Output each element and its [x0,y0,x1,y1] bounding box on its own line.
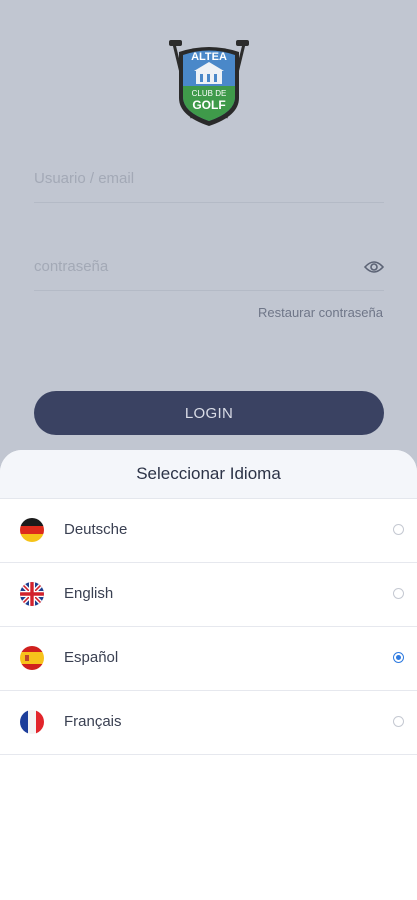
sheet-title: Seleccionar Idioma [136,464,281,483]
radio-button[interactable] [393,524,404,535]
language-selector-sheet: Seleccionar Idioma Deutsche English Espa… [0,450,417,900]
logo-text-altea: ALTEA [191,51,227,63]
username-field[interactable]: Usuario / email [34,164,384,203]
language-option-francais[interactable]: Français [0,691,417,755]
logo-text-club-de: CLUB DE [192,89,227,98]
language-option-deutsche[interactable]: Deutsche [0,499,417,563]
radio-button-selected[interactable] [393,652,404,663]
password-placeholder: contraseña [34,258,109,275]
language-label: English [64,585,114,602]
show-password-eye-icon[interactable] [364,260,384,274]
radio-button[interactable] [393,588,404,599]
sheet-header: Seleccionar Idioma [0,450,417,499]
language-label: Deutsche [64,521,128,538]
language-label: Français [64,713,122,730]
spain-flag-icon [20,646,44,670]
germany-flag-icon [20,518,44,542]
uk-flag-icon [20,582,44,606]
language-option-espanol[interactable]: Español [0,627,417,691]
altea-club-de-golf-logo: ALTEA CLUB DE GOLF [169,40,249,126]
language-option-english[interactable]: English [0,563,417,627]
logo-text-golf: GOLF [192,98,225,112]
password-field[interactable]: contraseña [34,252,384,291]
france-flag-icon [20,710,44,734]
language-label: Español [64,649,119,666]
login-button[interactable]: LOGIN [34,391,384,435]
radio-button[interactable] [393,716,404,727]
username-placeholder: Usuario / email [34,170,135,187]
restore-password-link[interactable]: Restaurar contraseña [258,305,383,320]
